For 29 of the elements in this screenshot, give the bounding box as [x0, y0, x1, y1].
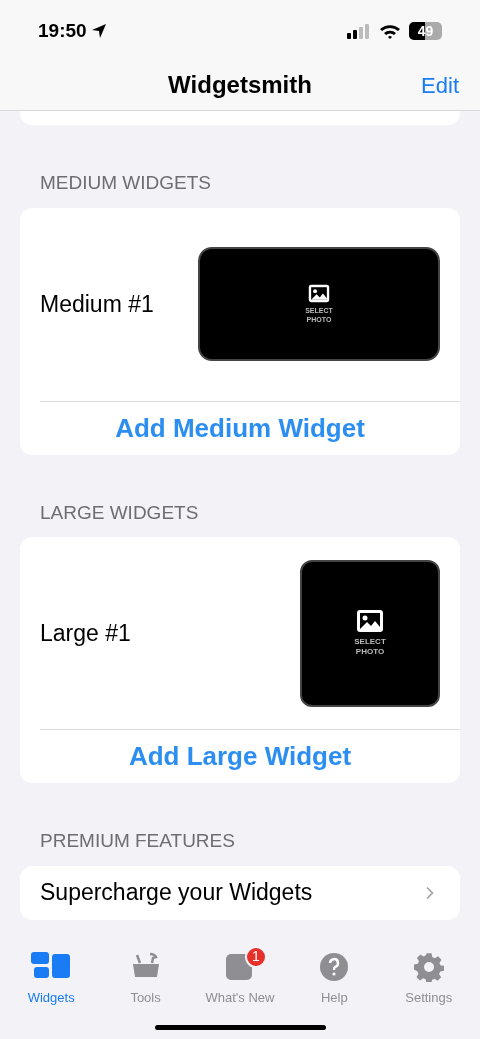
edit-button[interactable]: Edit [421, 68, 459, 102]
toolbox-icon [131, 951, 160, 980]
tab-item[interactable]: Widgets [6, 947, 97, 1008]
section-header: LARGE WIDGETS [39, 500, 200, 525]
photo-icon [308, 283, 330, 303]
widget-preview[interactable]: SELECT PHOTO [300, 559, 440, 707]
location-arrow-icon [90, 23, 107, 39]
section-header: MEDIUM WIDGETS [39, 171, 212, 195]
photo-icon [356, 609, 384, 633]
select-photo-label: SELECT PHOTO [354, 637, 386, 657]
widgets-icon [31, 951, 72, 978]
tab-item[interactable]: 1 What's New [194, 947, 285, 1008]
premium-row[interactable]: Supercharge your Widgets [20, 865, 460, 920]
message-icon [225, 951, 254, 980]
help-icon [319, 951, 350, 982]
add-widget-button[interactable]: Add Medium Widget [40, 401, 460, 455]
nav-title: Widgetsmith [168, 70, 312, 100]
wifi-icon [379, 23, 401, 39]
tab-item[interactable]: Help [289, 947, 380, 1008]
status-time: 19:50 [38, 18, 87, 43]
widget-name[interactable]: Large #1 [40, 615, 131, 651]
section-header: PREMIUM FEATURES [39, 829, 236, 853]
widget-name[interactable]: Medium #1 [40, 286, 154, 322]
settings-icon [413, 951, 444, 982]
notification-badge: 1 [244, 945, 267, 968]
add-widget-button[interactable]: Add Large Widget [40, 730, 460, 783]
tab-item[interactable]: Settings [383, 947, 474, 1008]
signal-icon [347, 23, 371, 39]
tab-item[interactable]: Tools [100, 947, 191, 1008]
